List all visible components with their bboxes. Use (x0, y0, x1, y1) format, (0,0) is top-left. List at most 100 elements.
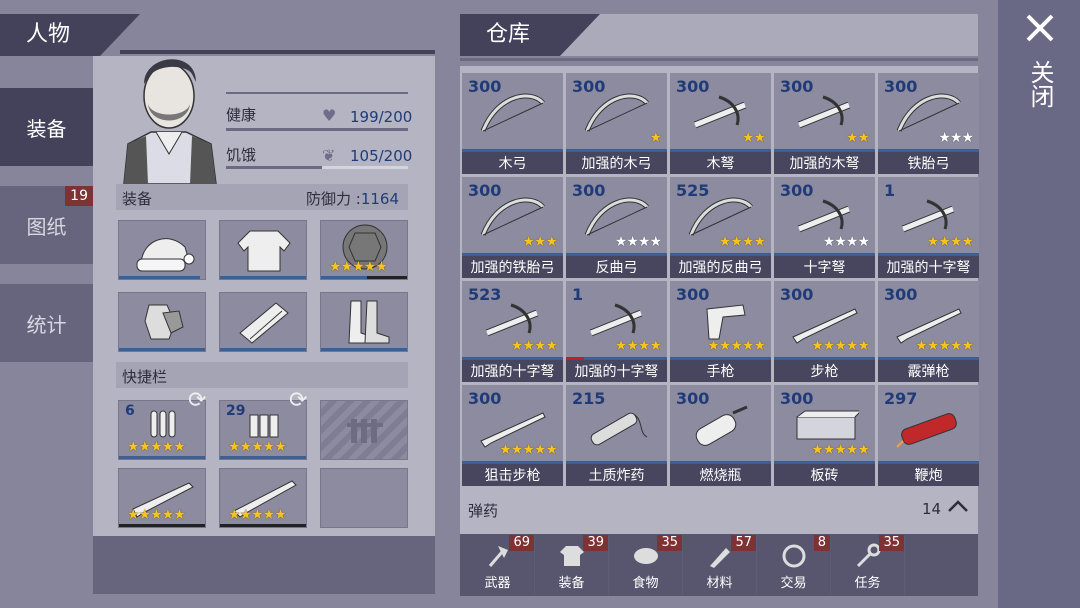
item-card[interactable]: 215 土质炸药 (566, 385, 667, 486)
item-stars: ★★ (845, 130, 870, 146)
equipment-label: 装备 (122, 190, 153, 208)
category-badge: 57 (731, 535, 756, 551)
equip-slot-shirt[interactable] (219, 220, 307, 280)
category-badge: 69 (509, 535, 534, 551)
category-tab[interactable]: 57 材料 (683, 535, 757, 595)
chevron-up-icon[interactable] (946, 496, 970, 516)
wood-icon (709, 548, 730, 568)
key-icon (856, 543, 880, 568)
item-name: 加强的十字弩 (462, 357, 563, 382)
santa-hat-icon (136, 238, 195, 272)
item-stars: ★★★★ (926, 234, 974, 250)
category-badge: 35 (657, 535, 682, 551)
item-card[interactable]: 300 ★★★★★ 板砖 (774, 385, 875, 486)
item-name: 加强的木弓 (566, 149, 667, 174)
ammo-row[interactable] (460, 494, 978, 524)
item-card[interactable]: 300 ★★★ 铁胎弓 (878, 73, 979, 174)
item-stars: ★★★★ (718, 234, 766, 250)
item-card[interactable]: 300 ★★ 加强的木弩 (774, 73, 875, 174)
close-icon[interactable] (1024, 12, 1056, 44)
equip-slot-shell[interactable]: ★★★★★ (320, 220, 408, 280)
item-card[interactable]: 300 ★★★★★ 步枪 (774, 281, 875, 382)
ammo-count: 14 (922, 500, 942, 518)
item-name: 加强的铁胎弓 (462, 253, 563, 278)
close-label[interactable]: 关闭 (1026, 60, 1054, 108)
item-card[interactable]: 300 ★★★★★ 霰弹枪 (878, 281, 979, 382)
item-card[interactable]: 300 ★ 加强的木弓 (566, 73, 667, 174)
pants-icon (239, 302, 289, 344)
quick-slot-empty[interactable] (320, 468, 408, 528)
coin-icon (782, 544, 805, 568)
equip-slot-hat[interactable] (118, 220, 206, 280)
item-card[interactable]: 1 ★★★★ 加强的十字弩 (566, 281, 667, 382)
quick-slot-5[interactable]: ★★★★★ (219, 468, 307, 528)
quick-slot-locked (320, 400, 408, 460)
hunger-bar (226, 166, 322, 169)
item-stars: ★★★★ (614, 338, 662, 354)
item-card[interactable]: 300 燃烧瓶 (670, 385, 771, 486)
item-card[interactable]: 300 木弓 (462, 73, 563, 174)
swap-icon[interactable]: ⟳ (289, 388, 307, 413)
item-card[interactable]: 300 ★★★★ 反曲弓 (566, 177, 667, 278)
item-card[interactable]: 300 ★★★★★ 狙击步枪 (462, 385, 563, 486)
item-card[interactable]: 300 ★★★ 加强的铁胎弓 (462, 177, 563, 278)
item-stars: ★★★★★ (811, 338, 870, 354)
category-badge: 8 (813, 535, 830, 551)
item-name: 木弩 (670, 149, 771, 174)
ammo-label: 弹药 (468, 502, 499, 520)
equip-slot-boots[interactable] (320, 292, 408, 352)
item-card[interactable]: 523 ★★★★ 加强的十字弩 (462, 281, 563, 382)
quickbar-label: 快捷栏 (122, 368, 168, 386)
tab-equipment[interactable]: 装备 (0, 88, 93, 166)
item-stars: ★★★★★ (915, 338, 974, 354)
item-card[interactable]: 297 鞭炮 (878, 385, 979, 486)
gloves-icon (144, 304, 184, 340)
item-name: 加强的十字弩 (878, 253, 979, 278)
item-stars: ★★★★ (510, 338, 558, 354)
category-label: 食物 (632, 576, 659, 591)
item-name: 步枪 (774, 357, 875, 382)
equip-slot-gloves[interactable] (118, 292, 206, 352)
item-name: 板砖 (774, 461, 875, 486)
quick-slot-stars: ★★★★★ (228, 507, 287, 523)
category-tab[interactable]: 69 武器 (461, 535, 535, 595)
quick-slot-stars: ★★★★★ (127, 439, 186, 455)
tab-stats[interactable]: 统计 (0, 284, 93, 362)
item-card[interactable]: 300 ★★★★★ 手枪 (670, 281, 771, 382)
item-card[interactable]: 1 ★★★★ 加强的十字弩 (878, 177, 979, 278)
item-name: 霰弹枪 (878, 357, 979, 382)
item-card[interactable]: 300 ★★★★ 十字弩 (774, 177, 875, 278)
firecracker-icon (896, 413, 957, 448)
item-stars: ★★★ (938, 130, 974, 146)
character-portrait (116, 44, 222, 185)
item-stars: ★★★★★ (707, 338, 766, 354)
character-footer (93, 536, 435, 594)
item-name: 十字弩 (774, 253, 875, 278)
category-tab[interactable]: 39 装备 (535, 535, 609, 595)
bow-icon (480, 93, 545, 132)
item-stars: ★★★★★ (499, 442, 558, 458)
dynamite-icon (590, 412, 648, 446)
swap-icon[interactable]: ⟳ (188, 388, 206, 413)
warehouse-title: 仓库 (460, 14, 600, 56)
item-stars: ★★★★★ (811, 442, 870, 458)
item-stars: ★ (649, 130, 662, 146)
category-tab[interactable]: 35 食物 (609, 535, 683, 595)
damage-bar (566, 357, 584, 360)
tab-blueprints[interactable]: 图纸 19 (0, 186, 93, 264)
shirt-icon (237, 230, 291, 272)
quick-slot-count: 6 (125, 403, 135, 419)
item-card[interactable]: 525 ★★★★ 加强的反曲弓 (670, 177, 771, 278)
axe-icon (488, 546, 508, 567)
category-tab[interactable]: 8 交易 (757, 535, 831, 595)
shirt-icon (559, 546, 584, 566)
category-label: 材料 (706, 576, 733, 591)
category-label: 交易 (780, 576, 807, 591)
quick-slot-4[interactable]: ★★★★★ (118, 468, 206, 528)
equip-slot-pants[interactable] (219, 292, 307, 352)
heart-icon: ♥ (322, 106, 337, 125)
category-label: 武器 (484, 576, 511, 591)
item-name: 加强的反曲弓 (670, 253, 771, 278)
category-tab[interactable]: 35 任务 (831, 535, 905, 595)
item-card[interactable]: 300 ★★ 木弩 (670, 73, 771, 174)
